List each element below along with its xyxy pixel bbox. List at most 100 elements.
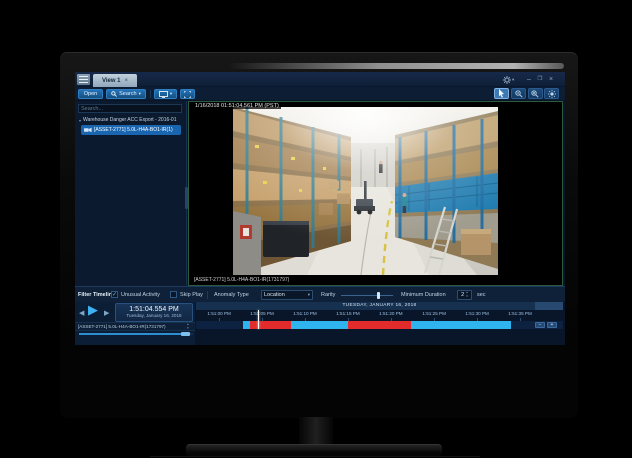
- anomaly-type-label: Anomaly Type: [214, 292, 249, 298]
- timeline-playhead[interactable]: [258, 310, 259, 329]
- open-button[interactable]: Open: [78, 89, 103, 99]
- select-tool-button[interactable]: [494, 88, 509, 99]
- timeline-tick-label: 1:51:25 PM: [422, 311, 446, 316]
- timeline-segment-unusual-activity[interactable]: [348, 321, 411, 329]
- rarity-slider[interactable]: [341, 295, 393, 297]
- brightness-icon: [548, 90, 556, 98]
- caret-down-icon: ▾: [308, 292, 310, 298]
- content-area: ▾ Warehouse Danger ACC Export - 2016-01 …: [75, 101, 565, 286]
- timeline-zoom-out-button[interactable]: −: [535, 322, 545, 328]
- anomaly-type-value: Location: [264, 292, 285, 298]
- toolbar: Open Search ▾ ▾: [75, 87, 565, 101]
- search-button-label: Search: [119, 91, 136, 97]
- close-button[interactable]: ×: [547, 75, 555, 84]
- timeline-camera-row-label: [ASSET-2771] 5.0L-H4A-BO1-IR(1731797): [78, 324, 166, 329]
- tree-root-label: Warehouse Danger ACC Export - 2016-01: [83, 117, 176, 123]
- toolbar-divider: [150, 90, 151, 98]
- app-window: View 1 × ▾ – ❐ ×: [75, 72, 565, 345]
- tree-expand-icon[interactable]: ▾: [79, 118, 81, 123]
- zoom-in-tool-button[interactable]: [528, 88, 543, 99]
- display-adjust-tool-button[interactable]: [544, 88, 559, 99]
- playback-date: Tuesday, January 16, 2018: [116, 313, 192, 318]
- timeline-zoom-in-button[interactable]: +: [547, 322, 557, 328]
- sidebar-search-input[interactable]: [78, 104, 182, 113]
- scene: { "app": { "tab": {"label": "View 1", "c…: [0, 0, 632, 458]
- video-panel[interactable]: 1/16/2018 01:51:04.561 PM (PST) [ASSET-2…: [188, 101, 563, 286]
- search-icon: [111, 91, 117, 97]
- timeline-date-header: TUESDAY, JANUARY 16, 2018: [196, 302, 563, 310]
- min-duration-label: Minimum Duration: [401, 292, 446, 298]
- timeline-ruler-panel[interactable]: TUESDAY, JANUARY 16, 2018 1:51:00 PM1:51…: [196, 302, 563, 345]
- open-button-label: Open: [84, 91, 97, 97]
- tab-close-icon[interactable]: ×: [125, 78, 129, 84]
- unusual-activity-label: Unusual Activity: [121, 292, 160, 298]
- minimize-button[interactable]: –: [525, 75, 533, 84]
- min-duration-spinner[interactable]: 2 ▴ ▾: [457, 290, 472, 300]
- gear-icon: [503, 76, 511, 84]
- monitor-stand-base: [186, 444, 442, 456]
- filter-divider: [207, 291, 208, 299]
- search-button[interactable]: Search ▾: [106, 89, 146, 99]
- timeline-segment-unusual-activity[interactable]: [250, 321, 291, 329]
- play-button[interactable]: ▶: [88, 302, 98, 318]
- caret-down-icon: ▾: [170, 91, 172, 97]
- zoom-out-icon: [515, 90, 523, 98]
- min-duration-unit: sec: [477, 292, 486, 298]
- skip-play-checkbox[interactable]: ✓: [170, 291, 177, 298]
- caret-down-icon: ▾: [139, 91, 141, 97]
- filter-timeline-bar: Filter Timeline: ✓ Unusual Activity ✓ Sk…: [75, 286, 565, 302]
- unusual-activity-checkbox[interactable]: ✓: [111, 291, 118, 298]
- scrollbar-handle[interactable]: [181, 332, 190, 336]
- step-back-button[interactable]: ◀: [79, 309, 84, 317]
- timeline-tick-label: 1:51:20 PM: [379, 311, 403, 316]
- timeline-tick-label: 1:51:15 PM: [336, 311, 360, 316]
- system-explorer-panel: ▾ Warehouse Danger ACC Export - 2016-01 …: [75, 101, 187, 286]
- playback-time: 1:51:04.554 PM: [116, 306, 192, 313]
- min-duration-value: 2: [461, 292, 464, 298]
- step-forward-button[interactable]: ▶: [104, 309, 109, 317]
- camera-row-scroll-arrows[interactable]: ▴ ▾: [187, 322, 189, 330]
- video-camera-label-overlay: [ASSET-2771] 5.0L-H4A-BO1-IR(1731797): [192, 277, 291, 283]
- video-timestamp-overlay: 1/16/2018 01:51:04.561 PM (PST): [193, 103, 281, 109]
- rarity-label: Rarity: [321, 292, 335, 298]
- timeline-activity-bar[interactable]: [196, 321, 563, 329]
- timeline-camera-row[interactable]: [ASSET-2771] 5.0L-H4A-BO1-IR(1731797): [75, 322, 195, 331]
- scrollbar-fill: [79, 333, 183, 335]
- monitor-icon: [159, 91, 168, 98]
- warehouse-video-frame: [233, 107, 498, 275]
- timeline-segment-recorded[interactable]: [291, 321, 348, 329]
- monitor-base-reflection: [150, 456, 480, 457]
- tree-camera-item-selected[interactable]: [ASSET-2771] 5.0L-H4A-BO1-IR(1): [81, 125, 181, 135]
- fullscreen-button[interactable]: [180, 89, 195, 99]
- spinner-down-icon[interactable]: ▾: [466, 295, 468, 298]
- tree-root-site[interactable]: ▾ Warehouse Danger ACC Export - 2016-01: [79, 117, 185, 123]
- zoom-out-tool-button[interactable]: [511, 88, 526, 99]
- timeline-ticks: 1:51:00 PM1:51:05 PM1:51:10 PM1:51:15 PM…: [196, 310, 563, 321]
- timeline-tick-label: 1:51:30 PM: [465, 311, 489, 316]
- timeline-tick-label: 1:51:10 PM: [293, 311, 317, 316]
- settings-gear-button[interactable]: ▾: [503, 75, 519, 84]
- main-menu-icon[interactable]: [77, 74, 90, 85]
- camera-icon: [84, 127, 92, 133]
- monitor-top-edge-highlight: [228, 63, 564, 69]
- anomaly-type-select[interactable]: Location ▾: [261, 290, 313, 300]
- timeline-segment-recorded[interactable]: [243, 321, 250, 329]
- caret-down-icon: ▾: [512, 75, 514, 84]
- tab-bar: View 1 × ▾ – ❐ ×: [75, 72, 565, 87]
- monitor-stand-neck: [299, 417, 333, 446]
- check-icon: ✓: [112, 292, 117, 298]
- timeline-horizontal-scrollbar[interactable]: [79, 333, 193, 335]
- restore-button[interactable]: ❐: [536, 75, 544, 84]
- fullscreen-icon: [184, 91, 191, 98]
- skip-play-label: Skip Play: [180, 292, 203, 298]
- timeline-segment-recorded[interactable]: [411, 321, 511, 329]
- timeline-header-right-block: [535, 302, 563, 310]
- playback-time-display[interactable]: 1:51:04.554 PM Tuesday, January 16, 2018: [115, 303, 193, 322]
- tree-camera-label: [ASSET-2771] 5.0L-H4A-BO1-IR(1): [94, 127, 173, 133]
- scroll-down-icon[interactable]: ▾: [187, 326, 189, 330]
- rarity-slider-handle[interactable]: [377, 292, 380, 299]
- timeline-tick-label: 1:51:35 PM: [508, 311, 532, 316]
- tab-view-1[interactable]: View 1 ×: [93, 74, 137, 87]
- timeline-tick-label: 1:51:05 PM: [250, 311, 274, 316]
- layout-button[interactable]: ▾: [154, 89, 177, 99]
